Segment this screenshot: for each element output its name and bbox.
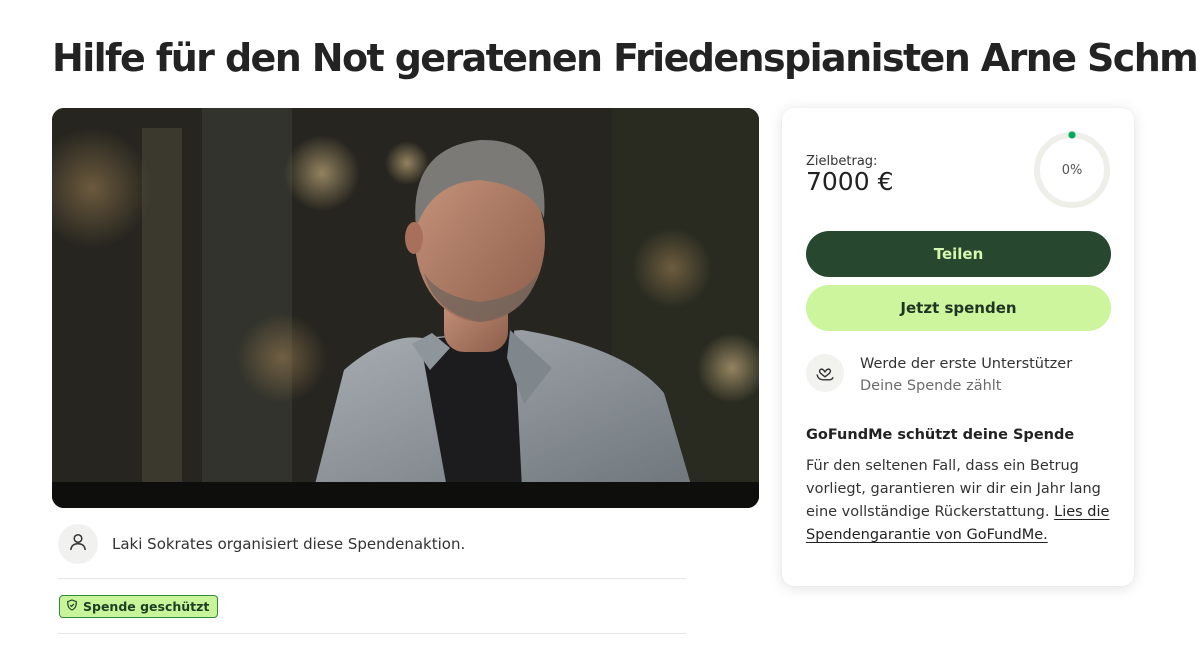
- supporter-prompt: Werde der erste Unterstützer Deine Spend…: [806, 354, 1072, 394]
- shield-icon: [66, 599, 78, 614]
- badge-label: Spende geschützt: [83, 599, 210, 614]
- protection-title: GoFundMe schützt deine Spende: [806, 427, 1075, 443]
- supporter-subtitle: Deine Spende zählt: [860, 378, 1002, 394]
- protection-text: Für den seltenen Fall, dass ein Betrug v…: [806, 455, 1116, 547]
- share-button[interactable]: Teilen: [806, 231, 1111, 277]
- campaign-hero-image: [52, 108, 759, 508]
- divider: [58, 633, 686, 634]
- donation-card: Zielbetrag: 7000 € 0% Teilen Jetzt spend…: [782, 108, 1134, 586]
- supporter-title: Werde der erste Unterstützer: [860, 356, 1073, 372]
- avatar: [58, 524, 98, 564]
- progress-percent: 0%: [1061, 162, 1083, 178]
- goal-amount: 7000 €: [806, 167, 894, 196]
- heart-hand-icon: [806, 354, 844, 392]
- organizer-text: Laki Sokrates organisiert diese Spendena…: [112, 535, 466, 553]
- donate-button[interactable]: Jetzt spenden: [806, 285, 1111, 331]
- page-title: Hilfe für den Not geratenen Friedenspian…: [52, 36, 1200, 80]
- status-badge: Spende geschützt: [59, 595, 219, 618]
- divider: [58, 578, 686, 579]
- person-icon: [68, 532, 88, 556]
- organizer-row: Laki Sokrates organisiert diese Spendena…: [58, 524, 686, 564]
